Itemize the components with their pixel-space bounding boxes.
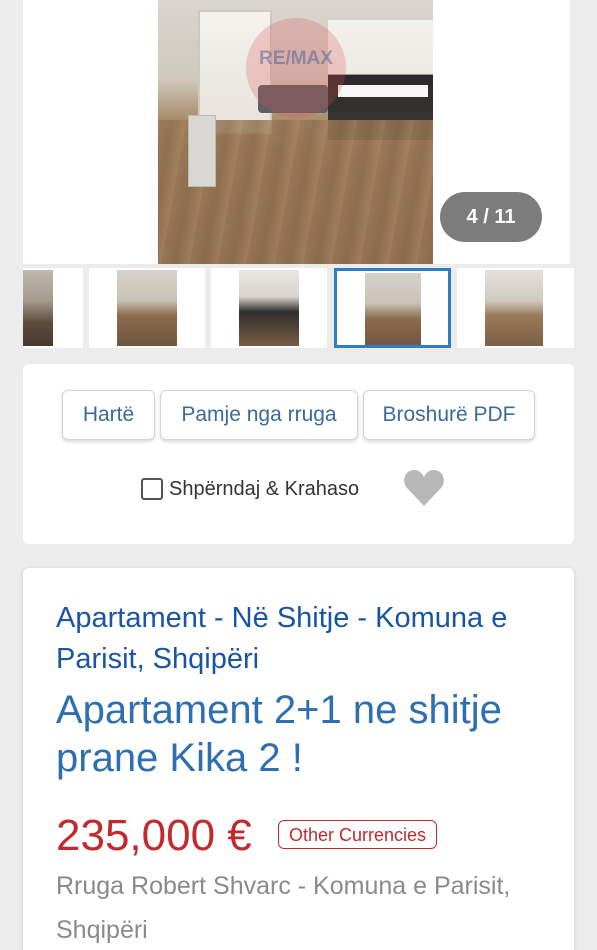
thumbnail-2[interactable]: [89, 268, 205, 348]
watermark-text: RE/MAX: [259, 48, 333, 69]
photo-counter: [338, 85, 428, 97]
heart-icon[interactable]: [403, 468, 445, 508]
listing-title: Apartament 2+1 ne shitje prane Kika 2 !: [56, 688, 502, 780]
thumbnail-image: [23, 270, 53, 346]
thumbnail-1[interactable]: [23, 268, 83, 348]
actions-card: Hartë Pamje nga rruga Broshurë PDF Shpër…: [23, 364, 574, 544]
thumbnail-strip[interactable]: [0, 268, 597, 350]
brochure-pdf-button[interactable]: Broshurë PDF: [363, 390, 535, 440]
thumbnail-image: [485, 270, 543, 346]
thumbnail-4-active[interactable]: [334, 268, 451, 348]
thumbnail-5[interactable]: [457, 268, 574, 348]
listing-price: 235,000 €: [56, 811, 252, 860]
thumbnail-image: [117, 270, 177, 346]
map-button[interactable]: Hartë: [62, 390, 155, 440]
listing-address: Rruga Robert Shvarc - Komuna e Parisit, …: [56, 872, 511, 944]
photo-counter-badge: 4 / 11: [440, 192, 542, 242]
listing-subtitle: Apartament - Në Shitje - Komuna e Parisi…: [56, 602, 508, 675]
street-view-button[interactable]: Pamje nga rruga: [160, 390, 358, 440]
share-compare-label: Shpërndaj & Krahaso: [169, 477, 360, 500]
share-compare-control[interactable]: Shpërndaj & Krahaso: [141, 476, 359, 502]
listing-details-card: Apartament - Në Shitje - Komuna e Parisi…: [23, 568, 574, 950]
thumbnail-image: [239, 270, 299, 346]
share-compare-checkbox[interactable]: [141, 478, 163, 500]
thumbnail-image: [365, 273, 421, 345]
listing-page: RE/MAX 4 / 11 Hartë Pamje nga rruga Bros…: [0, 0, 597, 950]
main-photo[interactable]: RE/MAX: [158, 0, 433, 264]
remax-watermark-logo: RE/MAX: [246, 18, 346, 118]
photo-radiator: [188, 115, 216, 187]
other-currencies-button[interactable]: Other Currencies: [278, 820, 438, 849]
thumbnail-3[interactable]: [211, 268, 327, 348]
